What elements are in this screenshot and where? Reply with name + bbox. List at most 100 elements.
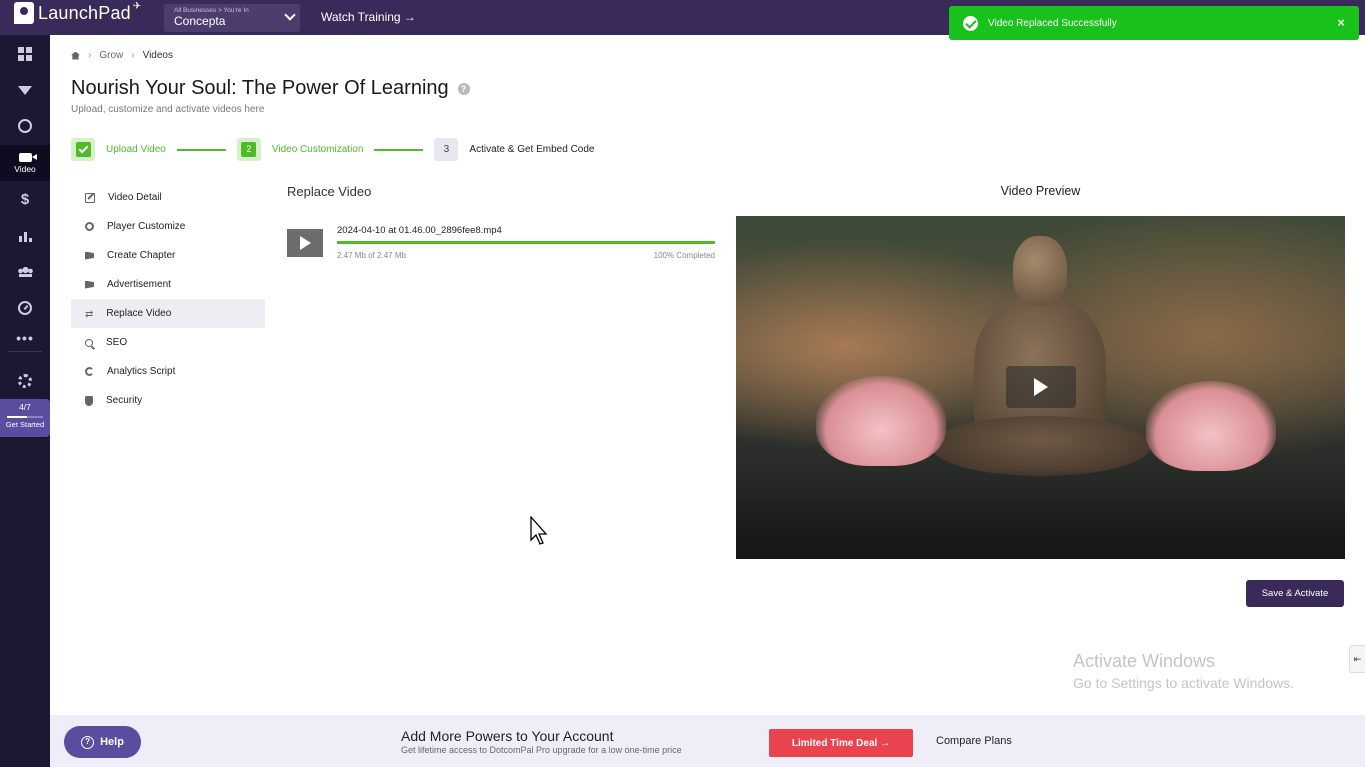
menu-item-analytics-script[interactable]: Analytics Script: [71, 357, 265, 386]
menu-item-label: Security: [106, 395, 143, 406]
success-toast: Video Replaced Successfully ×: [949, 6, 1359, 40]
check-circle-icon: [963, 15, 978, 31]
save-activate-button[interactable]: Save & Activate: [1246, 580, 1344, 607]
play-icon[interactable]: [287, 229, 323, 257]
menu-item-label: Player Customize: [107, 221, 186, 232]
sidebar-item-settings[interactable]: [0, 363, 50, 399]
search-icon: [85, 338, 93, 347]
help-button[interactable]: ? Help: [64, 726, 141, 758]
step-2-badge[interactable]: 2: [236, 138, 261, 161]
shield-icon: [85, 395, 93, 406]
collapse-panel-tab[interactable]: ⇤: [1349, 645, 1365, 673]
upload-progress-bar: [337, 241, 715, 244]
sidebar: Video $ ••• 4/7 Get Started: [0, 35, 50, 767]
get-started-progress-bar: [7, 416, 43, 418]
menu-item-label: Replace Video: [106, 308, 172, 319]
compare-plans-link[interactable]: Compare Plans: [936, 735, 1012, 747]
video-thumbnail-figure-head: [1013, 236, 1067, 306]
menu-item-label: SEO: [106, 337, 128, 348]
menu-item-create-chapter[interactable]: Create Chapter: [71, 241, 265, 270]
sidebar-item-websites[interactable]: [0, 108, 50, 144]
breadcrumb-videos[interactable]: Videos: [143, 50, 173, 61]
sidebar-item-contacts[interactable]: [0, 254, 50, 290]
sidebar-item-dashboard[interactable]: [0, 36, 50, 72]
help-icon: ?: [81, 735, 95, 749]
megaphone-icon: [85, 251, 94, 260]
breadcrumb-grow[interactable]: Grow: [99, 50, 123, 61]
dollar-icon: $: [20, 190, 30, 208]
gauge-icon: [18, 301, 32, 315]
sidebar-item-video[interactable]: Video: [0, 145, 50, 181]
step-3-badge[interactable]: 3: [434, 138, 459, 161]
rocket-icon: ✈: [132, 0, 142, 12]
page-subtitle: Upload, customize and activate videos he…: [71, 104, 265, 115]
menu-item-label: Video Detail: [108, 192, 162, 203]
get-started-progress-text: 4/7: [19, 402, 31, 412]
upload-progress-fill: [337, 241, 715, 244]
menu-item-security[interactable]: Security: [71, 386, 265, 415]
users-icon: [17, 267, 33, 277]
sidebar-item-label: Video: [14, 163, 36, 174]
toast-message: Video Replaced Successfully: [988, 17, 1117, 29]
launchpad-logo-icon: [14, 2, 34, 24]
bottom-promo-bar: ? Help Add More Powers to Your Account G…: [50, 715, 1365, 767]
globe-icon: [18, 119, 32, 133]
promo-title: Add More Powers to Your Account: [401, 728, 614, 744]
bar-chart-icon: [18, 230, 32, 242]
video-preview-title: Video Preview: [1000, 184, 1081, 198]
business-selector[interactable]: All Businesses > You're In Concepta: [164, 4, 300, 32]
video-thumbnail-lotus: [1146, 381, 1276, 471]
promo-subtitle: Get lifetime access to DotcomPal Pro upg…: [401, 745, 682, 755]
breadcrumb: › Grow › Videos: [71, 50, 173, 61]
menu-item-seo[interactable]: SEO: [71, 328, 265, 357]
page-title-text: Nourish Your Soul: The Power Of Learning: [71, 77, 449, 99]
get-started-button[interactable]: 4/7 Get Started: [0, 399, 50, 437]
swap-icon: ⇄: [85, 308, 94, 320]
help-label: Help: [100, 736, 124, 748]
sidebar-item-funnels[interactable]: [0, 72, 50, 108]
file-size: 2.47 Mb of 2.47 Mb: [337, 251, 406, 260]
step-3-label[interactable]: Activate & Get Embed Code: [469, 144, 594, 155]
menu-item-label: Advertisement: [107, 279, 171, 290]
step-1-badge[interactable]: [71, 138, 95, 161]
home-icon[interactable]: [71, 51, 80, 60]
menu-item-replace-video[interactable]: ⇄ Replace Video: [71, 299, 265, 328]
step-connector: [374, 148, 424, 151]
close-icon[interactable]: ×: [1337, 15, 1345, 30]
sidebar-divider: [8, 351, 42, 352]
app-logo[interactable]: LaunchPad ✈: [14, 0, 142, 24]
gear-icon: [18, 374, 32, 388]
menu-item-video-detail[interactable]: Video Detail: [71, 183, 265, 212]
settings-menu: Video Detail Player Customize Create Cha…: [71, 183, 265, 415]
limited-time-deal-button[interactable]: Limited Time Deal →: [769, 729, 913, 757]
video-player[interactable]: [736, 216, 1345, 559]
help-icon[interactable]: ?: [457, 82, 470, 95]
edit-icon: [85, 192, 95, 203]
step-2-label[interactable]: Video Customization: [272, 144, 364, 155]
video-thumbnail-water: [736, 471, 1345, 559]
watermark-title: Activate Windows: [1073, 651, 1216, 671]
megaphone-icon: [85, 280, 94, 289]
windows-watermark: Activate Windows Go to Settings to activ…: [1073, 651, 1294, 691]
menu-item-player-customize[interactable]: Player Customize: [71, 212, 265, 241]
menu-item-advertisement[interactable]: Advertisement: [71, 270, 265, 299]
step-connector: [176, 148, 226, 151]
sidebar-item-analytics[interactable]: [0, 218, 50, 254]
page-title: Nourish Your Soul: The Power Of Learning…: [71, 77, 470, 100]
pie-icon: [85, 367, 94, 376]
sidebar-item-sales[interactable]: $: [0, 181, 50, 217]
replace-video-title: Replace Video: [287, 184, 372, 199]
more-icon: •••: [16, 330, 34, 346]
video-icon: [18, 152, 37, 162]
menu-item-label: Create Chapter: [107, 250, 176, 261]
video-thumbnail-base: [931, 416, 1151, 476]
watch-training-link[interactable]: Watch Training →: [321, 10, 416, 24]
app-name: LaunchPad: [38, 2, 131, 23]
grid-icon: [18, 47, 32, 61]
file-name: 2024-04-10 at 01.46.00_2896fee8.mp4: [337, 225, 502, 236]
step-2-number: 2: [241, 142, 257, 157]
uploaded-file-row: 2024-04-10 at 01.46.00_2896fee8.mp4 2.47…: [287, 223, 715, 263]
funnel-icon: [18, 85, 32, 95]
step-1-label[interactable]: Upload Video: [106, 144, 166, 155]
play-icon[interactable]: [1006, 366, 1076, 408]
